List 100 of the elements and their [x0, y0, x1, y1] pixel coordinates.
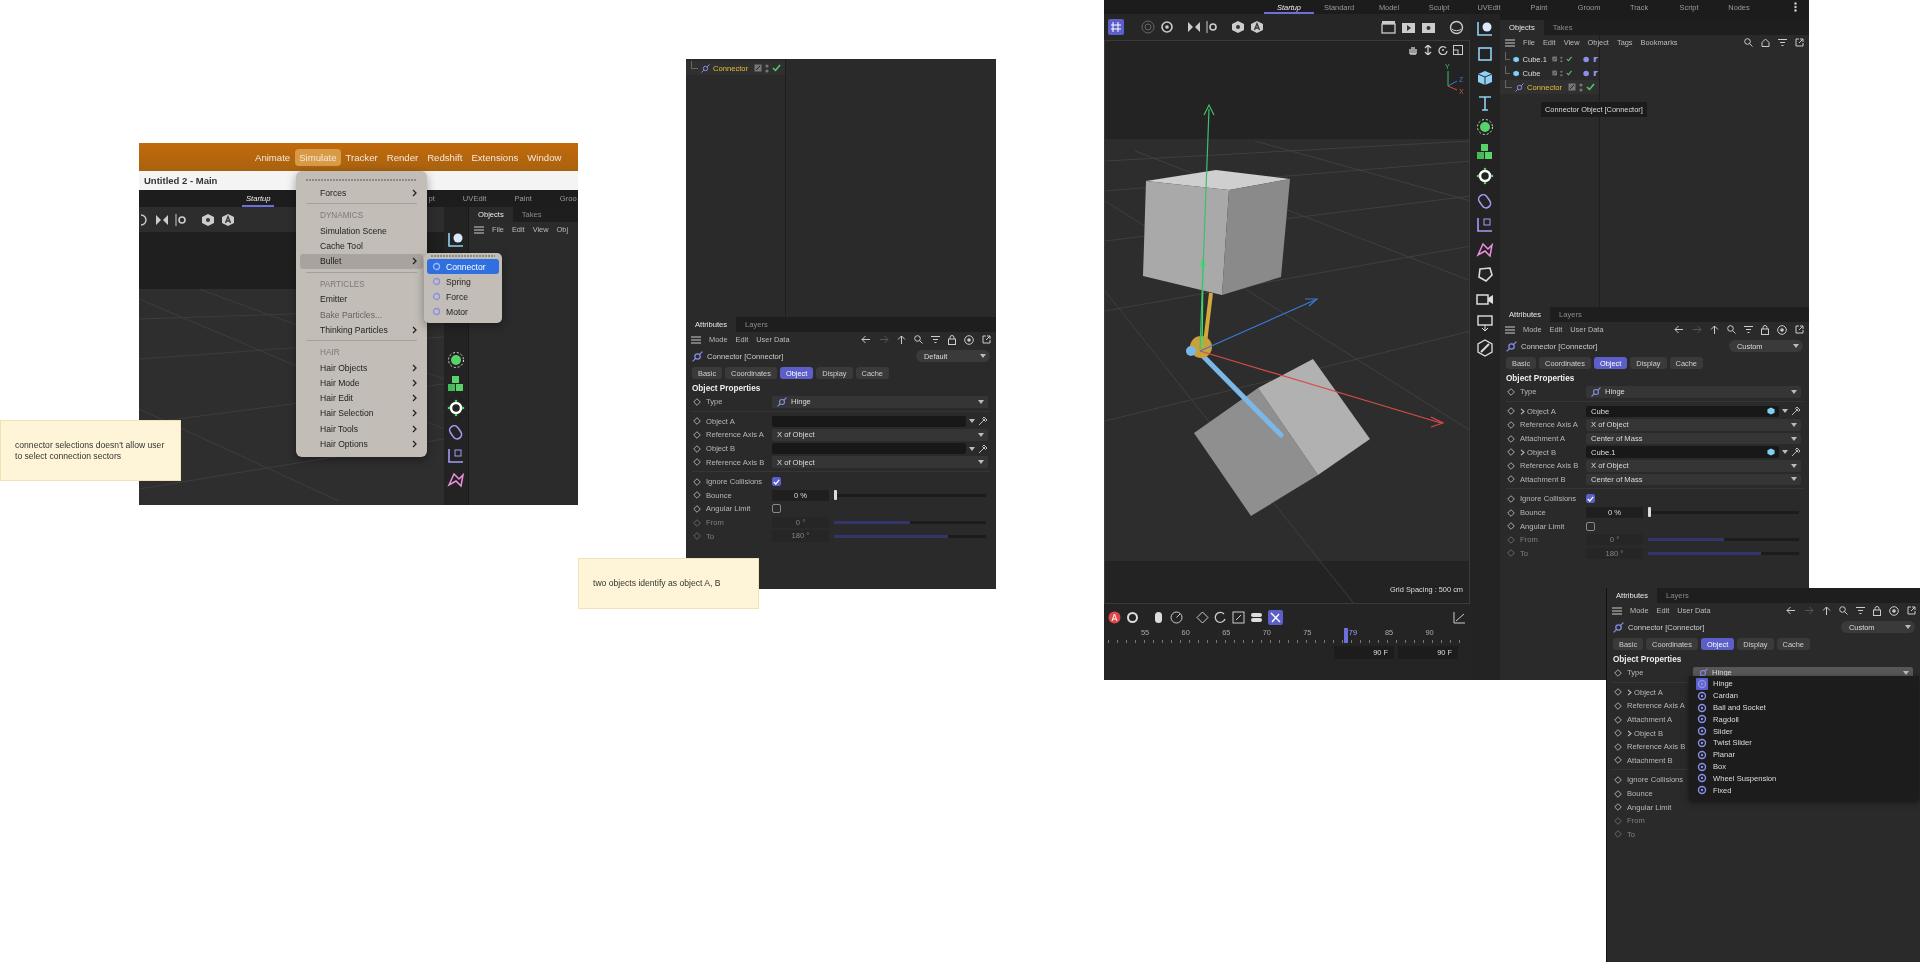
menu-item[interactable]: Bullet — [300, 253, 423, 269]
keyframe-icon[interactable] — [1507, 387, 1515, 396]
menu-item[interactable]: Hair Mode — [300, 375, 423, 391]
auto-key-icon[interactable] — [1268, 610, 1283, 625]
chevron-icon[interactable] — [1520, 407, 1525, 415]
connector-drawing[interactable] — [1186, 258, 1284, 438]
search-icon[interactable] — [1744, 38, 1753, 47]
axis-arrow[interactable] — [1199, 103, 1215, 350]
text-icon[interactable] — [1476, 93, 1494, 112]
keyframe-rotate-icon[interactable] — [1214, 611, 1227, 624]
lock-icon[interactable] — [948, 334, 956, 345]
pop-out-icon[interactable] — [982, 335, 991, 344]
maximize-icon[interactable] — [1453, 45, 1463, 55]
edit-icon[interactable] — [1551, 55, 1558, 63]
edit-icon[interactable] — [1551, 69, 1558, 77]
menu-item[interactable]: Forces — [300, 185, 423, 201]
sphere-arrow-icon[interactable] — [1476, 20, 1494, 38]
up-arrow-icon[interactable] — [1822, 605, 1831, 616]
keyframe-move-icon[interactable] — [1196, 611, 1209, 624]
check-icon[interactable] — [1586, 83, 1595, 91]
render-icon[interactable] — [1401, 20, 1416, 34]
filter-icon[interactable] — [1778, 38, 1787, 47]
lock-icon[interactable] — [1873, 605, 1881, 616]
toggle-icon[interactable] — [1250, 611, 1263, 624]
menu-item[interactable]: Hair Selection — [300, 405, 423, 422]
square-icon[interactable] — [1476, 44, 1494, 63]
dotted-sphere-icon[interactable] — [447, 351, 465, 369]
menu-item[interactable]: Cache Tool — [300, 238, 423, 254]
menu-item[interactable]: Emitter — [300, 291, 423, 307]
sphere-arrow-icon[interactable] — [447, 231, 465, 249]
search-icon[interactable] — [1839, 606, 1848, 615]
more-icon[interactable] — [1794, 2, 1797, 12]
mirror-icon[interactable] — [1187, 20, 1201, 34]
record-icon[interactable] — [1108, 611, 1121, 624]
cube-arrow-icon[interactable] — [447, 447, 465, 465]
axis-arrow[interactable] — [1199, 298, 1319, 352]
chevron-icon[interactable] — [1627, 729, 1632, 737]
plane-icon[interactable] — [1476, 314, 1494, 332]
cube-arrow-icon[interactable] — [1476, 216, 1494, 234]
edit-icon[interactable] — [1568, 83, 1576, 91]
search-icon[interactable] — [914, 335, 923, 344]
up-arrow-icon[interactable] — [1710, 324, 1719, 335]
blob-icon[interactable] — [1476, 265, 1494, 283]
menu-item[interactable]: Motor — [427, 304, 499, 319]
object-link-field[interactable] — [772, 415, 966, 428]
pop-out-icon[interactable] — [1907, 606, 1916, 615]
menu-item[interactable]: Hair Options — [300, 436, 423, 452]
tear-off-handle[interactable] — [431, 255, 495, 257]
clapper-icon[interactable] — [1381, 20, 1396, 34]
search-icon[interactable] — [1727, 325, 1736, 334]
keyframe-icon[interactable] — [1614, 668, 1622, 677]
menu-bar-item[interactable]: Render — [382, 148, 423, 166]
hexagon-icon[interactable] — [201, 212, 215, 227]
object-link-field[interactable] — [772, 442, 966, 455]
menu-bar-item[interactable]: Animate — [251, 148, 295, 166]
visibility-dots-icon[interactable] — [1560, 54, 1564, 64]
menu-bar-item[interactable]: Tracker — [341, 148, 382, 166]
lock-icon[interactable] — [1761, 324, 1769, 335]
a-circle-icon[interactable] — [1250, 20, 1264, 34]
edit-icon[interactable] — [754, 64, 762, 72]
move-icon[interactable] — [1423, 45, 1433, 55]
rotate-icon[interactable] — [1438, 45, 1448, 55]
menu-item[interactable]: Hair Tools — [300, 421, 423, 437]
caret-icon[interactable] — [969, 419, 975, 424]
menu-icon[interactable] — [691, 335, 701, 344]
gauge-icon[interactable] — [1170, 611, 1183, 624]
checkbox[interactable] — [1586, 494, 1595, 504]
menu-icon[interactable] — [1612, 606, 1622, 615]
caret-icon[interactable] — [1782, 409, 1788, 414]
mirror-icon[interactable] — [155, 212, 169, 227]
checkbox[interactable] — [772, 477, 781, 487]
visibility-dots-icon[interactable] — [765, 63, 769, 73]
menu-bar-item[interactable]: Redshift — [423, 148, 467, 166]
cube-drawing[interactable] — [1194, 359, 1370, 516]
menu-item[interactable]: Simulation Scene — [300, 223, 423, 239]
picker-icon[interactable] — [978, 416, 988, 427]
cube-drawing[interactable] — [1143, 170, 1290, 295]
back-arrow-icon[interactable] — [1674, 325, 1684, 334]
keyframe-icon[interactable] — [693, 397, 701, 406]
visibility-dots-icon[interactable] — [1560, 68, 1564, 78]
checkbox[interactable] — [772, 504, 781, 514]
zigzag-shape-icon[interactable] — [447, 471, 465, 489]
dotted-sphere-icon[interactable] — [1476, 118, 1494, 136]
menu-item[interactable]: Force — [427, 289, 499, 304]
tear-off-handle[interactable] — [306, 179, 417, 181]
menu-item[interactable]: Spring — [427, 274, 499, 289]
keyframe-scale-icon[interactable] — [1232, 611, 1245, 624]
menu-icon[interactable] — [1505, 38, 1515, 47]
curve-icon[interactable] — [1453, 611, 1466, 624]
back-arrow-icon[interactable] — [861, 335, 871, 344]
render-settings-icon[interactable] — [1421, 20, 1436, 34]
pop-out-icon[interactable] — [1795, 38, 1804, 47]
menu-item[interactable]: Hair Objects — [300, 360, 423, 376]
mouse-icon[interactable] — [1152, 611, 1165, 624]
filter-icon[interactable] — [1744, 325, 1753, 334]
menu-item[interactable]: Connector — [427, 259, 499, 274]
pencil-icon[interactable] — [1476, 338, 1494, 357]
caret-icon[interactable] — [969, 446, 975, 451]
sphere-icon[interactable] — [1449, 19, 1464, 35]
menu-icon[interactable] — [1505, 325, 1515, 334]
